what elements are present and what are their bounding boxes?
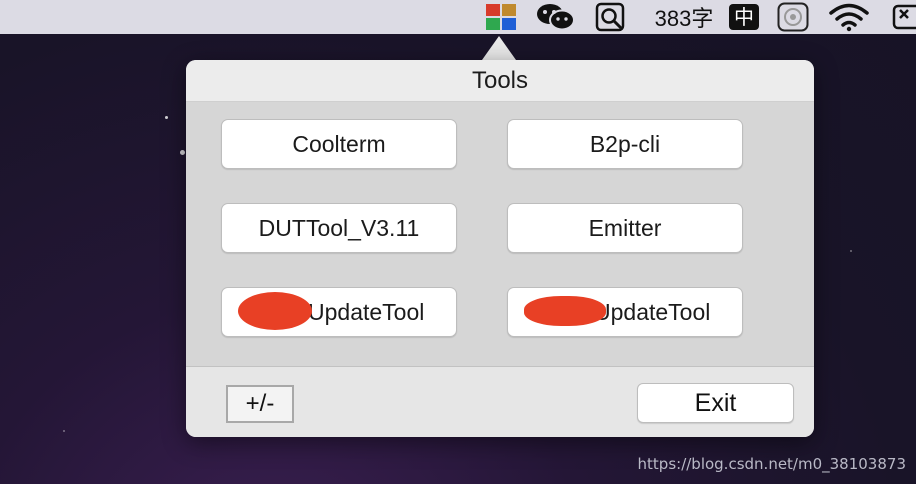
update-tool-label-1: UpdateTool [308, 299, 425, 325]
battery-icon[interactable] [892, 0, 916, 34]
popover-title: Tools [186, 60, 814, 102]
tool-button-grid: Coolterm B2p-cli DUTTool_V3.11 Emitter U… [186, 102, 814, 367]
watermark-text: https://blog.csdn.net/m0_38103873 [637, 455, 906, 473]
update-tool-button-2[interactable]: UpdateTool [507, 287, 743, 337]
background-star [165, 116, 168, 119]
background-star [850, 250, 852, 252]
redaction-mark [524, 296, 606, 326]
wechat-icon[interactable] [534, 0, 578, 34]
add-remove-button[interactable]: +/- [226, 385, 294, 423]
tools-popover: Tools Coolterm B2p-cli DUTTool_V3.11 Emi… [186, 60, 814, 437]
coolterm-button[interactable]: Coolterm [221, 119, 457, 169]
emitter-button[interactable]: Emitter [507, 203, 743, 253]
background-star [63, 430, 65, 432]
update-tool-label-2: UpdateTool [594, 299, 711, 325]
popover-footer: +/- Exit [186, 367, 814, 437]
exit-button[interactable]: Exit [637, 383, 794, 423]
menu-bar: 383字 中 [0, 0, 916, 34]
popover-arrow [482, 36, 516, 60]
word-count[interactable]: 383字 [648, 0, 720, 34]
ms-office-icon[interactable] [483, 0, 519, 34]
wifi-icon[interactable] [826, 0, 872, 34]
background-star [180, 150, 185, 155]
input-method-icon[interactable]: 中 [727, 0, 761, 34]
update-tool-button-1[interactable]: UpdateTool [221, 287, 457, 337]
redaction-mark [238, 292, 312, 330]
search-icon[interactable] [592, 0, 630, 34]
input-method-label: 中 [729, 4, 759, 30]
b2p-cli-button[interactable]: B2p-cli [507, 119, 743, 169]
duttool-button[interactable]: DUTTool_V3.11 [221, 203, 457, 253]
record-icon[interactable] [775, 0, 811, 34]
